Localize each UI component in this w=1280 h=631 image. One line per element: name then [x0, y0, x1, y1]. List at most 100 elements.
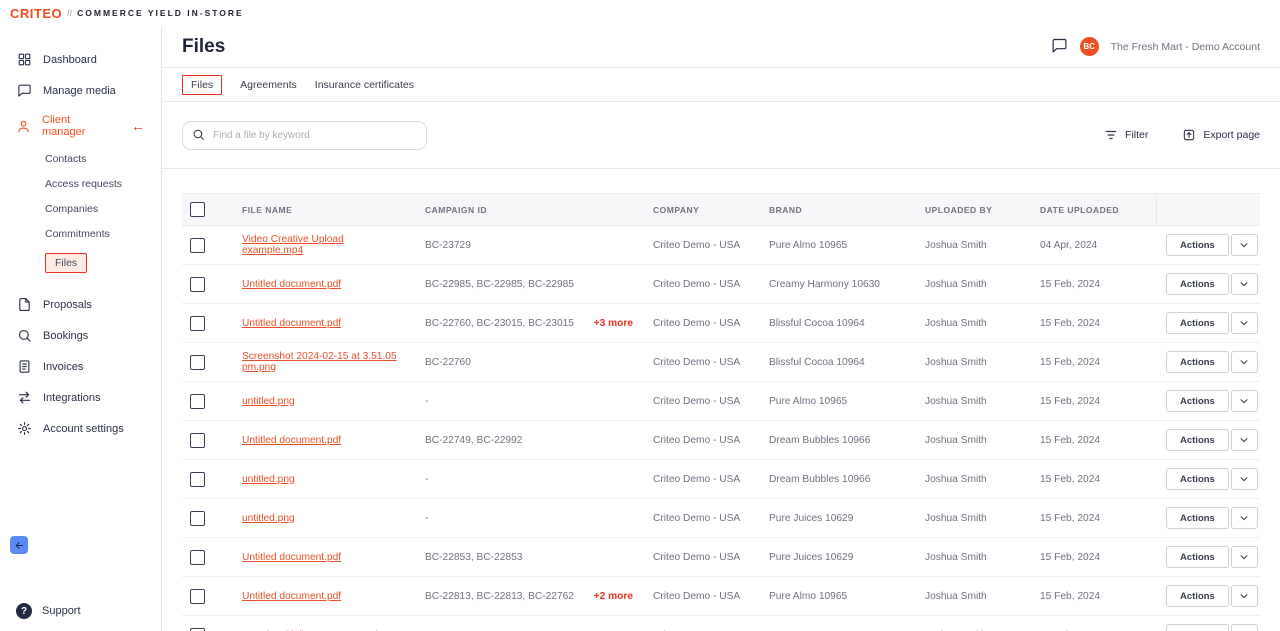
file-name-link[interactable]: Untitled document.pdf	[242, 318, 341, 329]
sidebar-item-label: Bookings	[43, 330, 88, 342]
date-uploaded-cell: 15 Feb, 2024	[1030, 460, 1156, 499]
actions-dropdown-button[interactable]	[1231, 234, 1258, 256]
support-button[interactable]: ? Support	[16, 603, 81, 619]
actions-button[interactable]: Actions	[1166, 429, 1229, 451]
actions-dropdown-button[interactable]	[1231, 468, 1258, 490]
actions-dropdown-button[interactable]	[1231, 273, 1258, 295]
chat-button[interactable]	[1051, 37, 1068, 57]
select-all-checkbox[interactable]	[190, 202, 205, 217]
date-uploaded-cell: 15 Feb, 2024	[1030, 382, 1156, 421]
row-checkbox[interactable]	[190, 394, 205, 409]
sidebar-item-account-settings[interactable]: Account settings	[0, 413, 161, 444]
column-header[interactable]: Date uploaded	[1030, 194, 1156, 226]
filter-button[interactable]: Filter	[1104, 128, 1148, 142]
table-row: Untitled document.pdfBC-22813, BC-22813,…	[182, 577, 1260, 616]
search-input[interactable]	[182, 121, 427, 150]
date-uploaded-cell: 15 Feb, 2024	[1030, 499, 1156, 538]
export-page-button[interactable]: Export page	[1182, 128, 1260, 142]
date-uploaded-cell: 15 Feb, 2024	[1030, 304, 1156, 343]
sidebar-item-commitments[interactable]: Commitments	[0, 221, 161, 246]
file-name-link[interactable]: Video Creative Upload example.mp4	[242, 234, 344, 256]
sidebar-item-invoices[interactable]: Invoices	[0, 351, 161, 382]
actions-button[interactable]: Actions	[1166, 507, 1229, 529]
more-campaigns-link[interactable]: +2 more	[586, 591, 633, 602]
uploaded-by-cell: Joshua Smith	[915, 499, 1030, 538]
actions-dropdown-button[interactable]	[1231, 312, 1258, 334]
tab-insurance-certificates[interactable]: Insurance certificates	[315, 79, 414, 91]
row-checkbox[interactable]	[190, 589, 205, 604]
sidebar-item-contacts[interactable]: Contacts	[0, 146, 161, 171]
row-checkbox[interactable]	[190, 550, 205, 565]
sidebar-item-proposals[interactable]: Proposals	[0, 289, 161, 320]
date-uploaded-cell: 04 Apr, 2024	[1030, 226, 1156, 265]
account-avatar[interactable]: BC	[1080, 37, 1099, 56]
actions-button[interactable]: Actions	[1166, 351, 1229, 373]
actions-button[interactable]: Actions	[1166, 585, 1229, 607]
actions-dropdown-button[interactable]	[1231, 585, 1258, 607]
actions-button[interactable]: Actions	[1166, 390, 1229, 412]
collapse-sidebar-button[interactable]	[10, 536, 28, 554]
actions-dropdown-button[interactable]	[1231, 390, 1258, 412]
company-cell: Criteo Demo - USA	[643, 343, 759, 382]
row-checkbox[interactable]	[190, 511, 205, 526]
actions-button[interactable]: Actions	[1166, 312, 1229, 334]
actions-dropdown-button[interactable]	[1231, 624, 1258, 631]
sidebar-item-label: Integrations	[43, 392, 100, 404]
actions-dropdown-button[interactable]	[1231, 546, 1258, 568]
product-name: COMMERCE YIELD IN-STORE	[77, 8, 244, 18]
row-checkbox[interactable]	[190, 316, 205, 331]
sidebar-item-files[interactable]: Files	[0, 246, 161, 279]
column-header[interactable]: Campaign ID	[415, 194, 643, 226]
company-cell: Criteo Demo - USA	[643, 538, 759, 577]
actions-dropdown-button[interactable]	[1231, 351, 1258, 373]
sidebar-item-access-requests[interactable]: Access requests	[0, 171, 161, 196]
file-name-link[interactable]: Screenshot 2024-02-15 at 3.51.05 pm.png	[242, 351, 397, 373]
row-checkbox[interactable]	[190, 277, 205, 292]
sidebar-item-label: Invoices	[43, 361, 83, 373]
sidebar-item-companies[interactable]: Companies	[0, 196, 161, 221]
actions-button[interactable]: Actions	[1166, 273, 1229, 295]
actions-button[interactable]: Actions	[1166, 546, 1229, 568]
sidebar-item-bookings[interactable]: Bookings	[0, 320, 161, 351]
column-header[interactable]: Company	[643, 194, 759, 226]
sidebar-item-manage-media[interactable]: Manage media	[0, 75, 161, 106]
file-name-link[interactable]: Untitled document.pdf	[242, 435, 341, 446]
date-uploaded-cell: 08 Feb, 2024	[1030, 616, 1156, 631]
brand-cell: Blissful Cocoa 10964	[759, 343, 915, 382]
file-name-link[interactable]: untitled.png	[242, 513, 295, 524]
file-name-link[interactable]: Untitled document.pdf	[242, 591, 341, 602]
sidebar-item-dashboard[interactable]: Dashboard	[0, 44, 161, 75]
row-checkbox[interactable]	[190, 238, 205, 253]
row-checkbox[interactable]	[190, 355, 205, 370]
more-campaigns-link[interactable]: +3 more	[586, 318, 633, 329]
file-name-link[interactable]: untitled.png	[242, 396, 295, 407]
uploaded-by-cell: Joshua Smith	[915, 304, 1030, 343]
file-name-link[interactable]: Untitled document.pdf	[242, 279, 341, 290]
sidebar-item-integrations[interactable]: Integrations	[0, 382, 161, 413]
uploaded-by-cell: Joshua Smith	[915, 382, 1030, 421]
actions-button[interactable]: Actions	[1166, 468, 1229, 490]
file-name-link[interactable]: Untitled document.pdf	[242, 552, 341, 563]
column-header[interactable]: Uploaded by	[915, 194, 1030, 226]
actions-column-header	[1156, 194, 1260, 226]
column-header[interactable]: Brand	[759, 194, 915, 226]
media-icon	[16, 83, 32, 98]
campaign-id: -	[425, 474, 428, 485]
criteo-logo: CRITEO	[10, 6, 62, 21]
actions-button[interactable]: Actions	[1166, 624, 1229, 631]
column-header[interactable]: File name	[232, 194, 415, 226]
actions-dropdown-button[interactable]	[1231, 429, 1258, 451]
row-checkbox[interactable]	[190, 433, 205, 448]
actions-dropdown-button[interactable]	[1231, 507, 1258, 529]
actions-button[interactable]: Actions	[1166, 234, 1229, 256]
row-checkbox[interactable]	[190, 472, 205, 487]
sidebar-item-client-manager[interactable]: Client manager←	[0, 106, 161, 146]
file-name-link[interactable]: untitled.png	[242, 474, 295, 485]
uploaded-by-cell: Joshua Smith	[915, 421, 1030, 460]
tab-files[interactable]: Files	[182, 75, 222, 95]
row-checkbox[interactable]	[190, 628, 205, 631]
integrations-icon	[16, 390, 32, 405]
tab-agreements[interactable]: Agreements	[240, 79, 297, 91]
page-title: Files	[182, 36, 225, 58]
table-row: Screenshot 2024-02-15 at 3.51.05 pm.png B…	[182, 343, 1260, 382]
